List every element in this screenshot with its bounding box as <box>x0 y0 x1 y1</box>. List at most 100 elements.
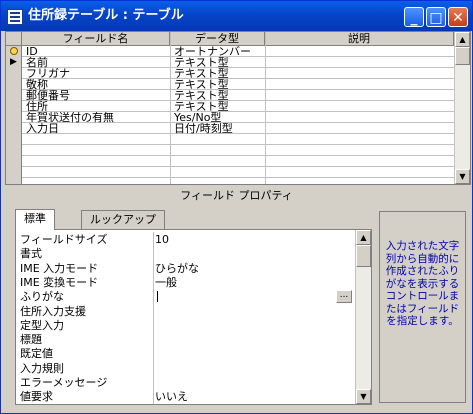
description-cell[interactable] <box>268 101 454 112</box>
property-value[interactable] <box>153 360 353 376</box>
column-header-field-name[interactable]: フィールド名 <box>22 32 170 46</box>
property-row[interactable]: 既定値 <box>16 346 354 362</box>
field-name-cell[interactable]: 住所 <box>26 101 168 112</box>
property-row[interactable]: IME 変換モード 一般 <box>16 274 354 290</box>
description-cell[interactable] <box>268 145 454 156</box>
field-name-cell[interactable]: 年賀状送付の有無 <box>26 112 168 123</box>
scroll-down-button[interactable]: ▼ <box>455 169 470 184</box>
property-value[interactable] <box>153 246 353 262</box>
field-name-cell[interactable]: 郵便番号 <box>26 90 168 101</box>
data-type-cell[interactable] <box>174 178 264 184</box>
property-value[interactable]: ひらがな <box>153 260 353 276</box>
description-cell[interactable] <box>268 68 454 79</box>
scroll-up-button[interactable]: ▲ <box>455 32 470 47</box>
data-type-cell[interactable] <box>174 167 264 178</box>
table-row[interactable] <box>6 145 454 156</box>
property-row[interactable]: フィールドサイズ 10 <box>16 232 354 247</box>
tab-general[interactable]: 標準 <box>15 209 55 230</box>
description-cell[interactable] <box>268 57 454 68</box>
property-row[interactable]: 入力規則 <box>16 360 354 376</box>
table-row[interactable]: 郵便番号 テキスト型 <box>6 90 454 101</box>
description-cell[interactable] <box>268 167 454 178</box>
data-type-cell[interactable]: Yes/No型 <box>174 112 264 123</box>
property-value[interactable]: いいえ <box>153 389 353 404</box>
data-type-cell[interactable]: テキスト型 <box>174 101 264 112</box>
table-row[interactable]: 敬称 テキスト型 <box>6 79 454 90</box>
row-selector[interactable] <box>6 79 22 90</box>
maximize-button[interactable]: □ <box>426 7 446 27</box>
grid-scrollbar[interactable]: ▲ ▼ <box>454 32 470 184</box>
scroll-thumb[interactable] <box>455 47 470 65</box>
description-cell[interactable] <box>268 156 454 167</box>
property-value[interactable] <box>153 317 353 333</box>
description-cell[interactable] <box>268 178 454 184</box>
property-row[interactable]: 住所入力支援 <box>16 303 354 319</box>
data-type-cell[interactable]: テキスト型 <box>174 79 264 90</box>
data-type-cell[interactable] <box>174 145 264 156</box>
property-value[interactable]: 一般 <box>153 274 353 290</box>
row-selector[interactable] <box>6 178 22 184</box>
table-row[interactable] <box>6 178 454 184</box>
property-row[interactable]: IME 入力モード ひらがな <box>16 260 354 276</box>
data-type-cell[interactable] <box>174 134 264 145</box>
property-value[interactable] <box>153 303 353 319</box>
data-type-cell[interactable] <box>174 156 264 167</box>
field-name-cell[interactable] <box>26 178 168 184</box>
table-row[interactable] <box>6 156 454 167</box>
minimize-button[interactable]: _ <box>404 7 424 27</box>
description-cell[interactable] <box>268 79 454 90</box>
row-selector[interactable] <box>6 112 22 123</box>
table-row[interactable] <box>6 134 454 145</box>
row-selector[interactable] <box>6 123 22 134</box>
table-row[interactable] <box>6 167 454 178</box>
row-selector[interactable] <box>6 68 22 79</box>
field-name-cell[interactable] <box>26 167 168 178</box>
table-row[interactable]: フリガナ テキスト型 <box>6 68 454 79</box>
field-name-cell[interactable]: 入力日 <box>26 123 168 134</box>
property-row[interactable]: 標題 <box>16 332 354 348</box>
table-row[interactable]: 年賀状送付の有無 Yes/No型 <box>6 112 454 123</box>
field-name-cell[interactable] <box>26 156 168 167</box>
row-selector[interactable] <box>6 156 22 167</box>
property-row[interactable]: 定型入力 <box>16 317 354 333</box>
data-type-cell[interactable]: テキスト型 <box>174 90 264 101</box>
property-row[interactable]: エラーメッセージ <box>16 375 354 390</box>
field-name-cell[interactable]: フリガナ <box>26 68 168 79</box>
scroll-thumb[interactable] <box>356 245 371 267</box>
row-selector[interactable] <box>6 134 22 145</box>
table-row[interactable]: 入力日 日付/時刻型 <box>6 123 454 134</box>
description-cell[interactable] <box>268 123 454 134</box>
column-header-description[interactable]: 説明 <box>265 32 454 46</box>
row-selector[interactable] <box>6 167 22 178</box>
properties-scrollbar[interactable]: ▲ ▼ <box>355 230 371 404</box>
data-type-cell[interactable]: 日付/時刻型 <box>174 123 264 134</box>
row-selector[interactable]: ▶ <box>6 57 22 68</box>
property-row[interactable]: 値要求 いいえ <box>16 389 354 404</box>
row-selector[interactable] <box>6 46 22 57</box>
description-cell[interactable] <box>268 112 454 123</box>
description-cell[interactable] <box>268 90 454 101</box>
scroll-up-button[interactable]: ▲ <box>356 230 371 245</box>
data-type-cell[interactable]: テキスト型 <box>174 68 264 79</box>
field-name-cell[interactable]: 名前 <box>26 57 168 68</box>
description-cell[interactable] <box>268 134 454 145</box>
field-name-cell[interactable] <box>26 134 168 145</box>
property-row[interactable]: ふりがな... <box>16 289 354 305</box>
property-value[interactable] <box>153 346 353 362</box>
field-name-cell[interactable]: 敬称 <box>26 79 168 90</box>
description-cell[interactable] <box>268 46 454 57</box>
field-name-cell[interactable]: ID <box>26 46 168 57</box>
property-row[interactable]: 書式 <box>16 246 354 262</box>
data-type-cell[interactable]: テキスト型 <box>174 57 264 68</box>
property-value[interactable] <box>153 289 353 305</box>
close-button[interactable]: ✕ <box>448 7 468 27</box>
property-value[interactable]: 10 <box>153 232 353 247</box>
table-row[interactable]: ▶ 名前 テキスト型 <box>6 57 454 68</box>
builder-button[interactable]: ... <box>336 290 352 304</box>
tab-lookup[interactable]: ルックアップ <box>81 210 165 229</box>
scroll-down-button[interactable]: ▼ <box>356 389 371 404</box>
title-bar[interactable]: 住所録テーブル : テーブル _ □ ✕ <box>1 1 472 31</box>
table-row[interactable]: 住所 テキスト型 <box>6 101 454 112</box>
data-type-cell[interactable]: オートナンバー <box>174 46 264 57</box>
row-selector[interactable] <box>6 101 22 112</box>
